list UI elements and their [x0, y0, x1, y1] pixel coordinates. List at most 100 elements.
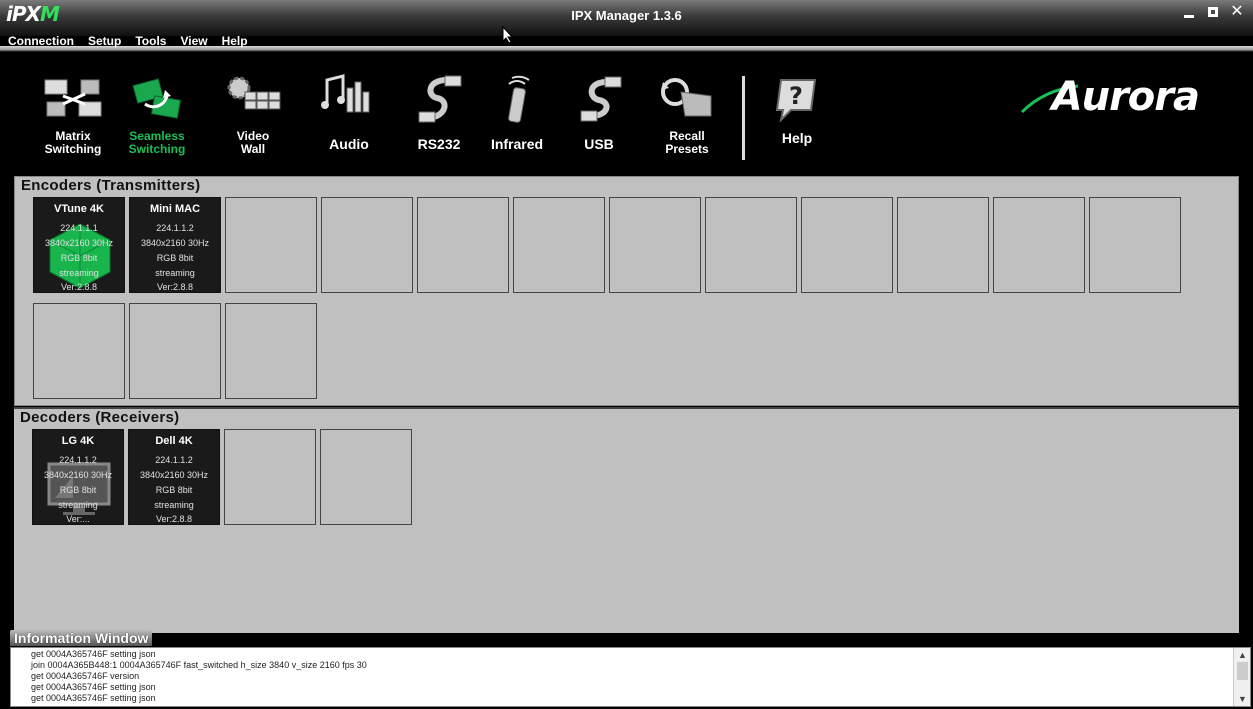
- empty-slot[interactable]: [224, 429, 316, 525]
- info-scrollbar[interactable]: ▲ ▼: [1233, 648, 1250, 706]
- device-name: LG 4K: [61, 435, 95, 447]
- tool-label: Infrared: [490, 136, 544, 152]
- encoders-title: Encoders (Transmitters): [21, 177, 201, 194]
- maximize-button[interactable]: [1205, 4, 1221, 20]
- toolbar-divider: [742, 76, 745, 160]
- scroll-thumb[interactable]: [1237, 662, 1248, 680]
- device-status: streaming: [58, 500, 98, 510]
- tool-seamless-switching[interactable]: Seamless Switching: [112, 74, 202, 156]
- tool-label: USB: [584, 136, 614, 152]
- tool-help[interactable]: ? Help: [752, 74, 842, 145]
- empty-slot[interactable]: [225, 303, 317, 399]
- window-title: IPX Manager 1.3.6: [571, 8, 682, 23]
- tool-label: Presets: [665, 142, 709, 156]
- scroll-up-icon[interactable]: ▲: [1234, 648, 1250, 662]
- video-wall-icon: [227, 76, 281, 110]
- audio-icon: [321, 74, 370, 113]
- device-ip: 224.1.1.2: [156, 223, 194, 233]
- decoder-tile[interactable]: Dell 4K 224.1.1.2 3840x2160 30Hz RGB 8bi…: [128, 429, 220, 525]
- tool-label: Help: [781, 130, 813, 146]
- tool-rs232[interactable]: RS232: [394, 74, 484, 151]
- tool-video-wall[interactable]: Video Wall: [208, 74, 298, 156]
- minimize-button[interactable]: [1181, 4, 1197, 20]
- empty-slot[interactable]: [417, 197, 509, 293]
- tool-usb[interactable]: USB: [554, 74, 644, 151]
- device-resolution: 3840x2160 30Hz: [43, 470, 113, 480]
- empty-slot[interactable]: [321, 197, 413, 293]
- device-resolution: 3840x2160 30Hz: [140, 238, 210, 248]
- device-status: streaming: [59, 268, 99, 278]
- usb-icon: [580, 76, 622, 122]
- log-line: join 0004A365B448:1 0004A365746F fast_sw…: [31, 660, 367, 670]
- device-color: RGB 8bit: [59, 485, 97, 495]
- device-ip: 224.1.1.2: [155, 455, 193, 465]
- tool-label: Switching: [44, 142, 102, 156]
- device-resolution: 3840x2160 30Hz: [139, 470, 209, 480]
- tool-label: Audio: [329, 136, 369, 152]
- close-icon: ✕: [1230, 3, 1244, 20]
- minimize-icon: [1184, 14, 1194, 18]
- info-window-title: Information Window: [10, 630, 153, 646]
- device-status: streaming: [154, 500, 194, 510]
- window-controls: ✕: [1181, 4, 1245, 20]
- svg-text:?: ?: [789, 82, 803, 110]
- empty-slot[interactable]: [897, 197, 989, 293]
- encoders-panel: Encoders (Transmitters) VTune 4K 224.1.1…: [14, 176, 1239, 406]
- mouse-cursor-icon: [502, 26, 514, 44]
- device-color: RGB 8bit: [60, 253, 98, 263]
- device-version: Ver:2.8.8: [155, 514, 193, 524]
- log-line: get 0004A365746F setting json: [31, 693, 156, 703]
- tool-label: Wall: [240, 142, 266, 156]
- tool-recall-presets[interactable]: Recall Presets: [642, 74, 732, 156]
- decoders-panel: Decoders (Receivers) LG 4K 224.1.1.2 384…: [14, 407, 1239, 633]
- decoders-title: Decoders (Receivers): [20, 409, 180, 426]
- decoder-tile[interactable]: LG 4K 224.1.1.2 3840x2160 30Hz RGB 8bit …: [32, 429, 124, 525]
- tool-label: RS232: [417, 136, 461, 152]
- empty-slot[interactable]: [225, 197, 317, 293]
- empty-slot[interactable]: [705, 197, 797, 293]
- seamless-switching-icon: [132, 78, 181, 119]
- matrix-switching-icon: [44, 79, 102, 117]
- empty-slot[interactable]: [33, 303, 125, 399]
- info-log: get 0004A365746F setting json join 0004A…: [31, 649, 367, 704]
- title-bar: iPXM IPX Manager 1.3.6 ✕: [0, 0, 1253, 36]
- rs232-icon: [418, 75, 462, 123]
- tool-label: Switching: [128, 142, 186, 156]
- device-name: Dell 4K: [155, 435, 193, 447]
- infrared-icon: [508, 75, 530, 123]
- empty-slot[interactable]: [993, 197, 1085, 293]
- log-line: get 0004A365746F setting json: [31, 649, 156, 659]
- device-color: RGB 8bit: [156, 253, 194, 263]
- device-version: Ver:2.8.8: [156, 282, 194, 292]
- close-button[interactable]: ✕: [1229, 4, 1245, 20]
- device-version: Ver:2.8.8: [60, 282, 98, 292]
- device-ip: 224.1.1.1: [60, 223, 98, 233]
- device-version: Ver:...: [66, 514, 90, 524]
- tool-infrared[interactable]: Infrared: [472, 74, 562, 151]
- encoder-tile[interactable]: VTune 4K 224.1.1.1 3840x2160 30Hz RGB 8b…: [33, 197, 125, 293]
- device-ip: 224.1.1.2: [59, 455, 97, 465]
- log-line: get 0004A365746F setting json: [31, 682, 156, 692]
- recall-presets-icon: [661, 78, 712, 117]
- tool-audio[interactable]: Audio: [304, 74, 394, 151]
- maximize-icon: [1208, 7, 1218, 17]
- empty-slot[interactable]: [801, 197, 893, 293]
- encoder-tile[interactable]: Mini MAC 224.1.1.2 3840x2160 30Hz RGB 8b…: [129, 197, 221, 293]
- device-resolution: 3840x2160 30Hz: [44, 238, 114, 248]
- log-line: get 0004A365746F version: [31, 671, 140, 681]
- scroll-down-icon[interactable]: ▼: [1234, 692, 1250, 706]
- device-status: streaming: [155, 268, 195, 278]
- brand-logo: Aurora: [1051, 74, 1200, 120]
- empty-slot[interactable]: [129, 303, 221, 399]
- device-name: VTune 4K: [54, 203, 104, 215]
- device-color: RGB 8bit: [155, 485, 193, 495]
- empty-slot[interactable]: [513, 197, 605, 293]
- device-name: Mini MAC: [149, 203, 201, 215]
- info-window[interactable]: get 0004A365746F setting json join 0004A…: [10, 647, 1251, 707]
- help-icon: ?: [775, 79, 817, 124]
- empty-slot[interactable]: [320, 429, 412, 525]
- empty-slot[interactable]: [1089, 197, 1181, 293]
- tool-matrix-switching[interactable]: Matrix Switching: [28, 74, 118, 156]
- main-toolbar: Matrix Switching Seamless Switching Vide…: [0, 52, 1253, 174]
- empty-slot[interactable]: [609, 197, 701, 293]
